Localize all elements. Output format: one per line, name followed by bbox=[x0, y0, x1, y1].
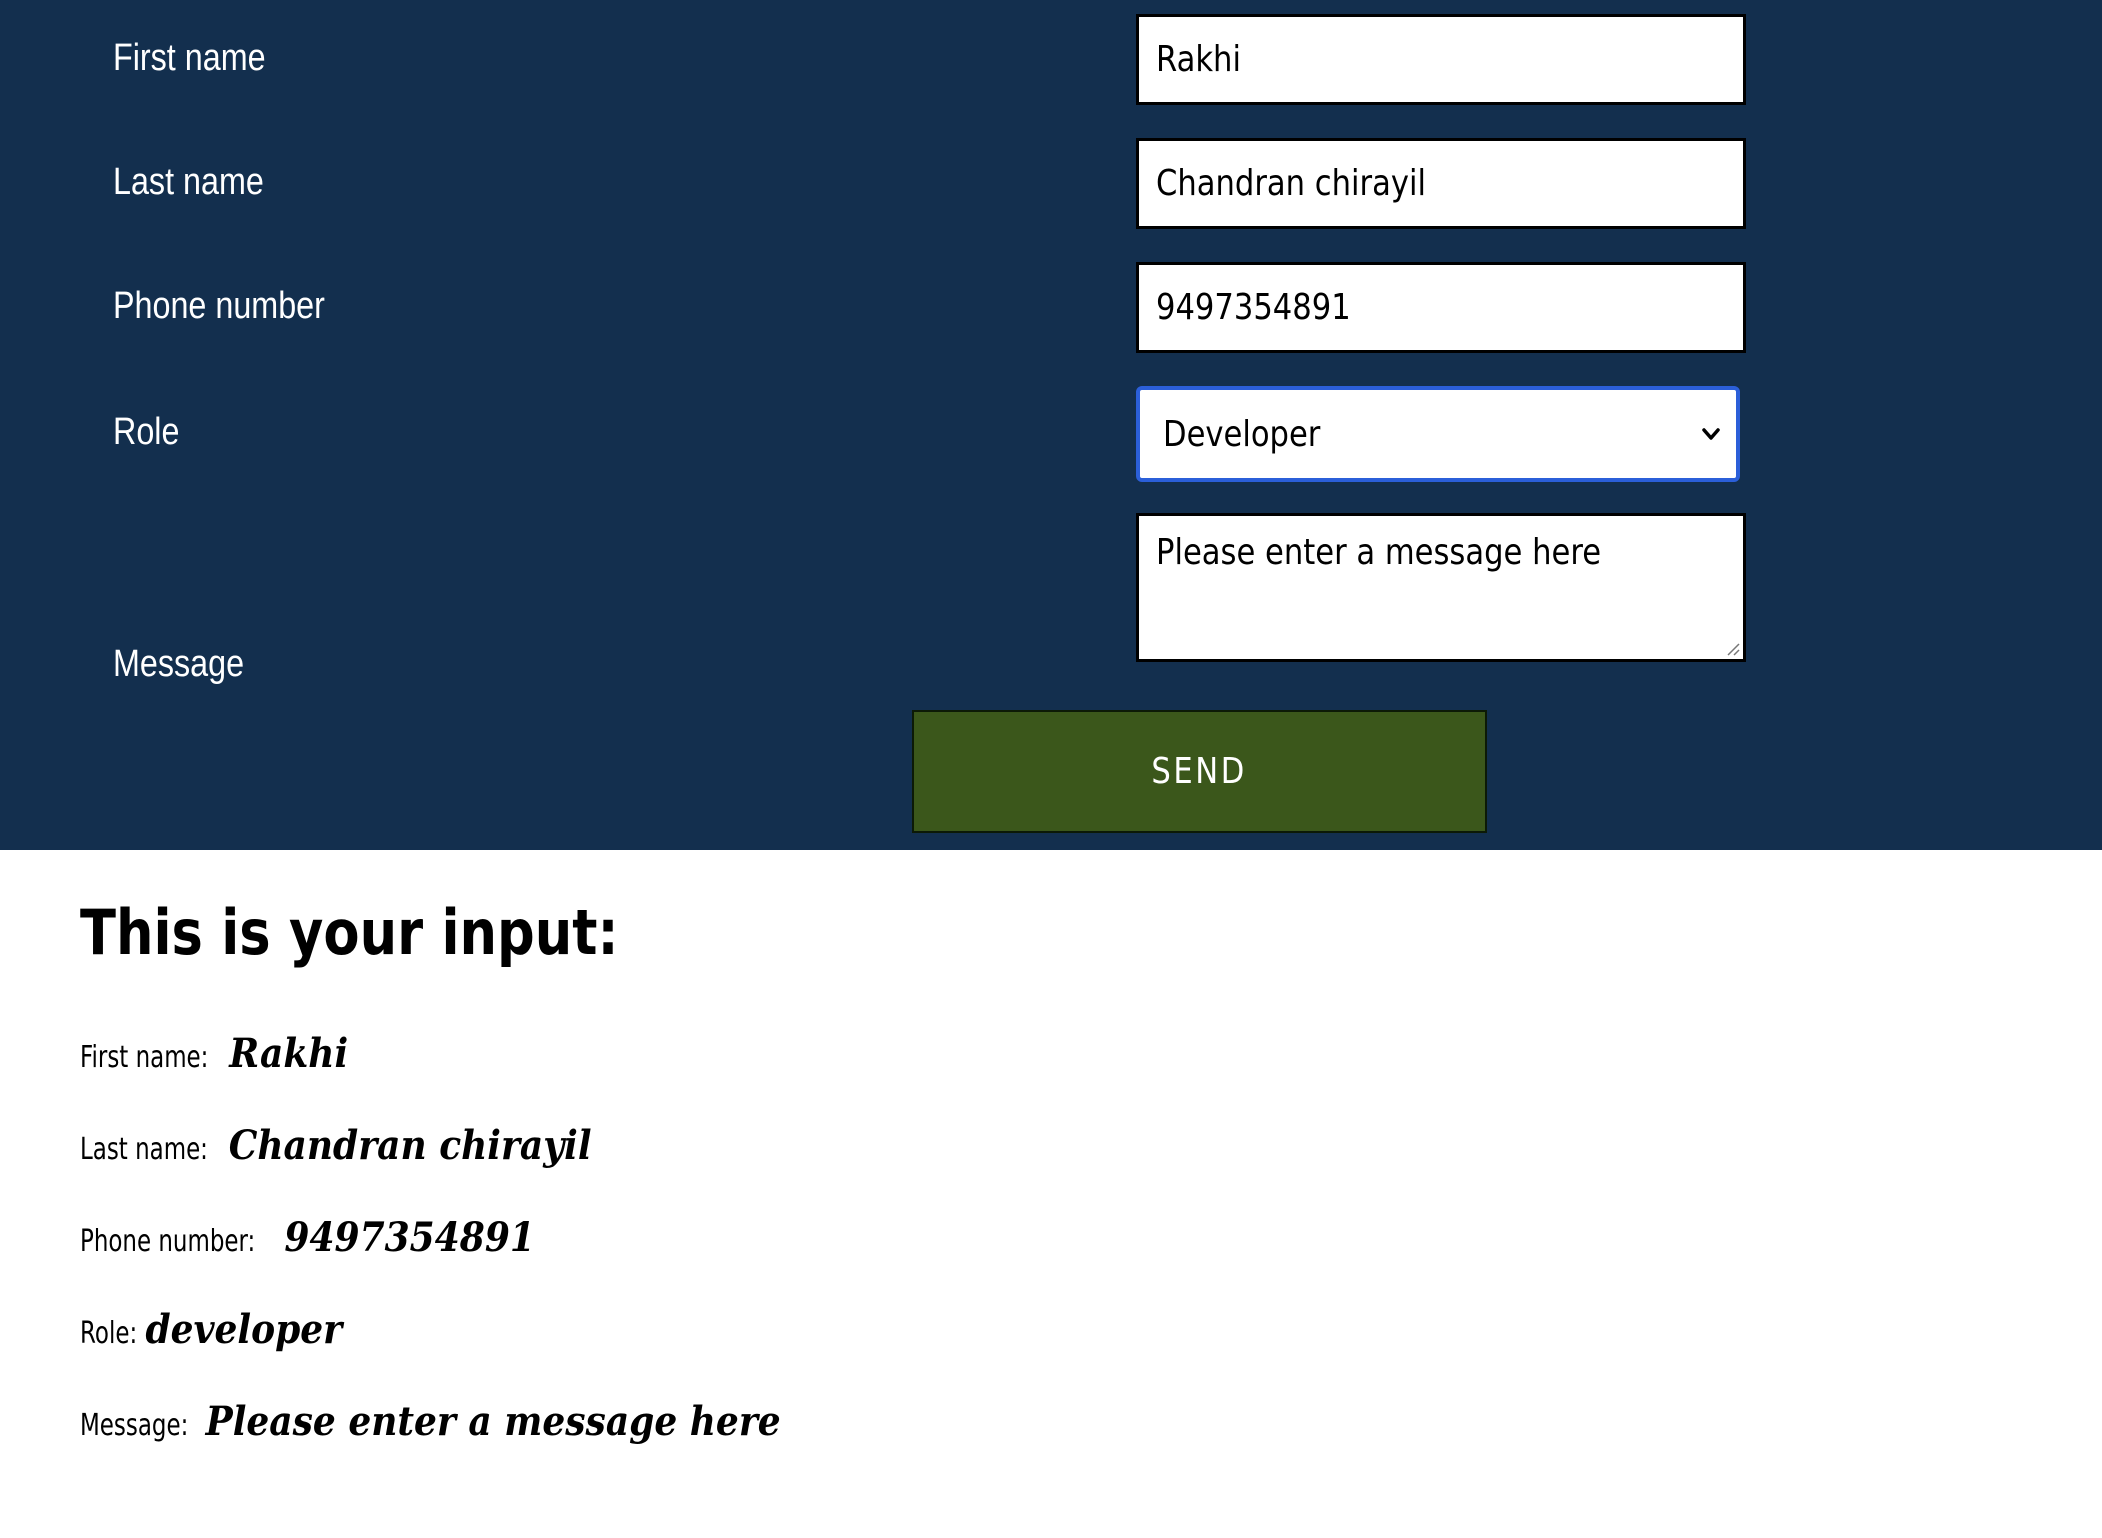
role-select-value: Developer bbox=[1163, 413, 1321, 455]
phone-number-label: Phone number bbox=[113, 285, 325, 327]
result-row-phone: Phone number: 9497354891 bbox=[80, 1214, 535, 1261]
result-first-name-label: First name: bbox=[80, 1040, 209, 1075]
message-textarea-text: Please enter a message here bbox=[1156, 532, 1602, 573]
last-name-input-value: Chandran chirayil bbox=[1156, 163, 1426, 204]
message-label: Message bbox=[113, 643, 245, 685]
phone-number-input-value: 9497354891 bbox=[1156, 287, 1351, 328]
result-role-value: developer bbox=[145, 1306, 343, 1353]
contact-form-panel: First name Rakhi Last name Chandran chir… bbox=[0, 0, 2102, 850]
last-name-input[interactable]: Chandran chirayil bbox=[1136, 138, 1746, 229]
result-last-name-label: Last name: bbox=[80, 1132, 208, 1167]
send-button[interactable]: SEND bbox=[912, 710, 1487, 833]
result-row-role: Role: developer bbox=[80, 1306, 342, 1353]
resize-handle-icon[interactable] bbox=[1724, 640, 1740, 656]
chevron-down-icon bbox=[1702, 428, 1720, 440]
first-name-label: First name bbox=[113, 37, 266, 79]
result-role-label: Role: bbox=[80, 1316, 138, 1351]
result-phone-value: 9497354891 bbox=[284, 1214, 535, 1261]
first-name-input-value: Rakhi bbox=[1156, 39, 1241, 80]
result-message-value: Please enter a message here bbox=[205, 1398, 781, 1445]
result-first-name-value: Rakhi bbox=[229, 1030, 349, 1077]
result-heading: This is your input: bbox=[80, 896, 619, 969]
result-message-label: Message: bbox=[80, 1408, 189, 1443]
result-last-name-value: Chandran chirayil bbox=[228, 1122, 592, 1169]
result-row-first-name: First name: Rakhi bbox=[80, 1030, 348, 1077]
message-textarea[interactable]: Please enter a message here bbox=[1136, 513, 1746, 662]
result-phone-label: Phone number: bbox=[80, 1224, 256, 1259]
send-button-label: SEND bbox=[1151, 751, 1248, 792]
last-name-label: Last name bbox=[113, 161, 264, 203]
phone-number-input[interactable]: 9497354891 bbox=[1136, 262, 1746, 353]
result-row-last-name: Last name: Chandran chirayil bbox=[80, 1122, 592, 1169]
first-name-input[interactable]: Rakhi bbox=[1136, 14, 1746, 105]
result-row-message: Message: Please enter a message here bbox=[80, 1398, 781, 1445]
role-select[interactable]: Developer bbox=[1136, 386, 1740, 482]
role-label: Role bbox=[113, 411, 180, 453]
